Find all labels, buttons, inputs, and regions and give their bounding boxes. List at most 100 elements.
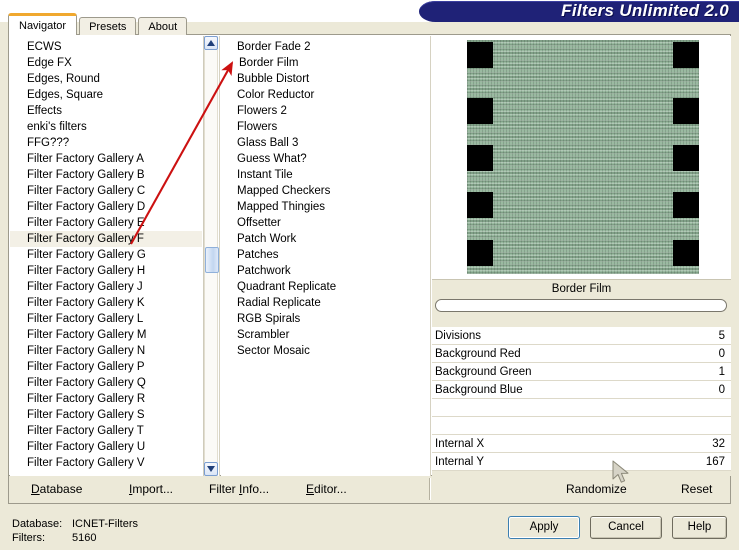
category-scroll-thumb[interactable] — [205, 247, 219, 273]
tab-presets[interactable]: Presets — [79, 17, 137, 35]
filter-list-item[interactable]: Offsetter — [221, 215, 426, 231]
database-accel: D — [31, 482, 40, 496]
filter-list-item[interactable]: Mapped Thingies — [221, 199, 426, 215]
category-scroll-track[interactable] — [204, 50, 219, 462]
tab-strip: Navigator Presets About — [8, 13, 189, 35]
filter-list-item[interactable]: Patches — [221, 247, 426, 263]
scroll-down-icon[interactable] — [204, 462, 218, 476]
tab-about[interactable]: About — [138, 17, 188, 35]
preview-slider-groove[interactable] — [435, 299, 727, 312]
parameter-name: Internal X — [435, 438, 485, 450]
filter-list-item[interactable]: Flowers — [221, 119, 426, 135]
help-button[interactable]: Help — [672, 516, 727, 539]
category-list-item[interactable]: Filter Factory Gallery P — [10, 359, 202, 375]
filter-list-item[interactable]: Guess What? — [221, 151, 426, 167]
filter-list[interactable]: Border Fade 2 Border Film Bubble Distort Co… — [221, 39, 426, 359]
category-list-item[interactable]: ECWS — [10, 39, 202, 55]
category-scrollbar[interactable] — [203, 36, 219, 476]
bottom-toolbar: Database Import... Filter Info... Editor… — [8, 476, 731, 504]
filter-list-item[interactable]: Patch Work — [221, 231, 426, 247]
filter-list-item-selected[interactable]: Border Film — [237, 57, 298, 69]
filter-list-panel: Border Fade 2 Border Film Bubble Distort Co… — [221, 36, 431, 476]
parameter-row[interactable]: Internal Y 167 — [432, 453, 731, 471]
parameter-name: Divisions — [435, 330, 482, 342]
filter-list-item[interactable]: Color Reductor — [221, 87, 426, 103]
tab-navigator[interactable]: Navigator — [8, 13, 78, 35]
parameter-row[interactable]: Divisions 5 — [432, 327, 731, 345]
category-list-item[interactable]: Filter Factory Gallery U — [10, 439, 202, 455]
database-status-label: Database: — [12, 518, 63, 530]
category-list-item[interactable]: Filter Factory Gallery A — [10, 151, 202, 167]
slider-gap — [432, 314, 731, 327]
parameter-row-empty — [432, 417, 731, 435]
category-list-item[interactable]: Filter Factory Gallery D — [10, 199, 202, 215]
reset-button[interactable]: Reset — [681, 476, 712, 502]
scroll-up-icon[interactable] — [204, 36, 218, 50]
category-list-item[interactable]: Filter Factory Gallery M — [10, 327, 202, 343]
category-list-item[interactable]: Filter Factory Gallery E — [10, 215, 202, 231]
category-list-item[interactable]: Filter Factory Gallery V — [10, 455, 202, 471]
filter-list-item[interactable]: Scrambler — [221, 327, 426, 343]
filter-list-item[interactable]: Patchwork — [221, 263, 426, 279]
database-button[interactable]: Database — [31, 476, 82, 502]
sprocket-right-1 — [673, 42, 699, 68]
category-list-item[interactable]: Edge FX — [10, 55, 202, 71]
parameter-value: 167 — [705, 456, 725, 468]
filter-list-item[interactable]: Bubble Distort — [221, 71, 426, 87]
filter-info-button[interactable]: Filter Info... — [209, 476, 269, 502]
category-list-item[interactable]: Filter Factory Gallery R — [10, 391, 202, 407]
database-label-rest: atabase — [39, 482, 83, 496]
category-list[interactable]: ECWS Edge FX Edges, Round Edges, Square Effe… — [10, 39, 202, 471]
preview-slider-row[interactable] — [432, 298, 731, 314]
parameter-row[interactable]: Background Red 0 — [432, 345, 731, 363]
category-list-item[interactable]: Filter Factory Gallery H — [10, 263, 202, 279]
sprocket-left-4 — [467, 192, 493, 218]
filter-info-label-b: nfo... — [242, 482, 270, 496]
category-list-item[interactable]: Effects — [10, 103, 202, 119]
parameter-row-empty — [432, 399, 731, 417]
category-list-item[interactable]: FFG??? — [10, 135, 202, 151]
filter-list-item[interactable]: Mapped Checkers — [221, 183, 426, 199]
parameter-value: 1 — [718, 366, 725, 378]
parameter-row[interactable]: Background Blue 0 — [432, 381, 731, 399]
category-list-item[interactable]: enki's filters — [10, 119, 202, 135]
filter-list-item[interactable]: RGB Spirals — [221, 311, 426, 327]
category-list-item[interactable]: Filter Factory Gallery Q — [10, 375, 202, 391]
randomize-button[interactable]: Randomize — [566, 476, 627, 502]
filter-list-item[interactable]: Glass Ball 3 — [221, 135, 426, 151]
filters-unlimited-window: Filters Unlimited 2.0 Navigator Presets … — [0, 0, 739, 550]
category-list-item[interactable]: Filter Factory Gallery F — [10, 231, 202, 247]
category-list-item[interactable]: Filter Factory Gallery N — [10, 343, 202, 359]
filter-list-item[interactable]: Sector Mosaic — [221, 343, 426, 359]
filter-list-item[interactable]: Radial Replicate — [221, 295, 426, 311]
filter-list-item[interactable]: Flowers 2 — [221, 103, 426, 119]
parameter-name: Background Red — [435, 348, 521, 360]
category-list-item[interactable]: Filter Factory Gallery G — [10, 247, 202, 263]
filter-preview-image[interactable] — [467, 40, 699, 274]
category-list-item[interactable]: Filter Factory Gallery J — [10, 279, 202, 295]
cancel-button[interactable]: Cancel — [590, 516, 662, 539]
filter-list-item[interactable]: Quadrant Replicate — [221, 279, 426, 295]
apply-button[interactable]: Apply — [508, 516, 580, 539]
category-list-item[interactable]: Filter Factory Gallery K — [10, 295, 202, 311]
category-list-item[interactable]: Filter Factory Gallery B — [10, 167, 202, 183]
category-list-item[interactable]: Filter Factory Gallery S — [10, 407, 202, 423]
category-list-item[interactable]: Filter Factory Gallery T — [10, 423, 202, 439]
category-list-item[interactable]: Edges, Round — [10, 71, 202, 87]
filter-list-item[interactable]: Border Fade 2 — [221, 39, 426, 55]
parameter-name: Internal Y — [435, 456, 485, 468]
parameter-row[interactable]: Background Green 1 — [432, 363, 731, 381]
import-button[interactable]: Import... — [129, 476, 173, 502]
filter-list-item[interactable]: Border Film — [221, 55, 426, 71]
parameter-row[interactable]: Internal X 32 — [432, 435, 731, 453]
status-bar: Database: ICNET-Filters Filters: 5160 Ap… — [0, 506, 739, 550]
category-list-item[interactable]: Edges, Square — [10, 87, 202, 103]
filter-list-item[interactable]: Instant Tile — [221, 167, 426, 183]
parameter-value: 0 — [718, 384, 725, 396]
parameter-name: Background Blue — [435, 384, 523, 396]
sprocket-right-3 — [673, 145, 699, 171]
editor-button[interactable]: Editor... — [306, 476, 347, 502]
category-list-item[interactable]: Filter Factory Gallery C — [10, 183, 202, 199]
category-list-item[interactable]: Filter Factory Gallery L — [10, 311, 202, 327]
filter-info-label-a: Filter — [209, 482, 239, 496]
